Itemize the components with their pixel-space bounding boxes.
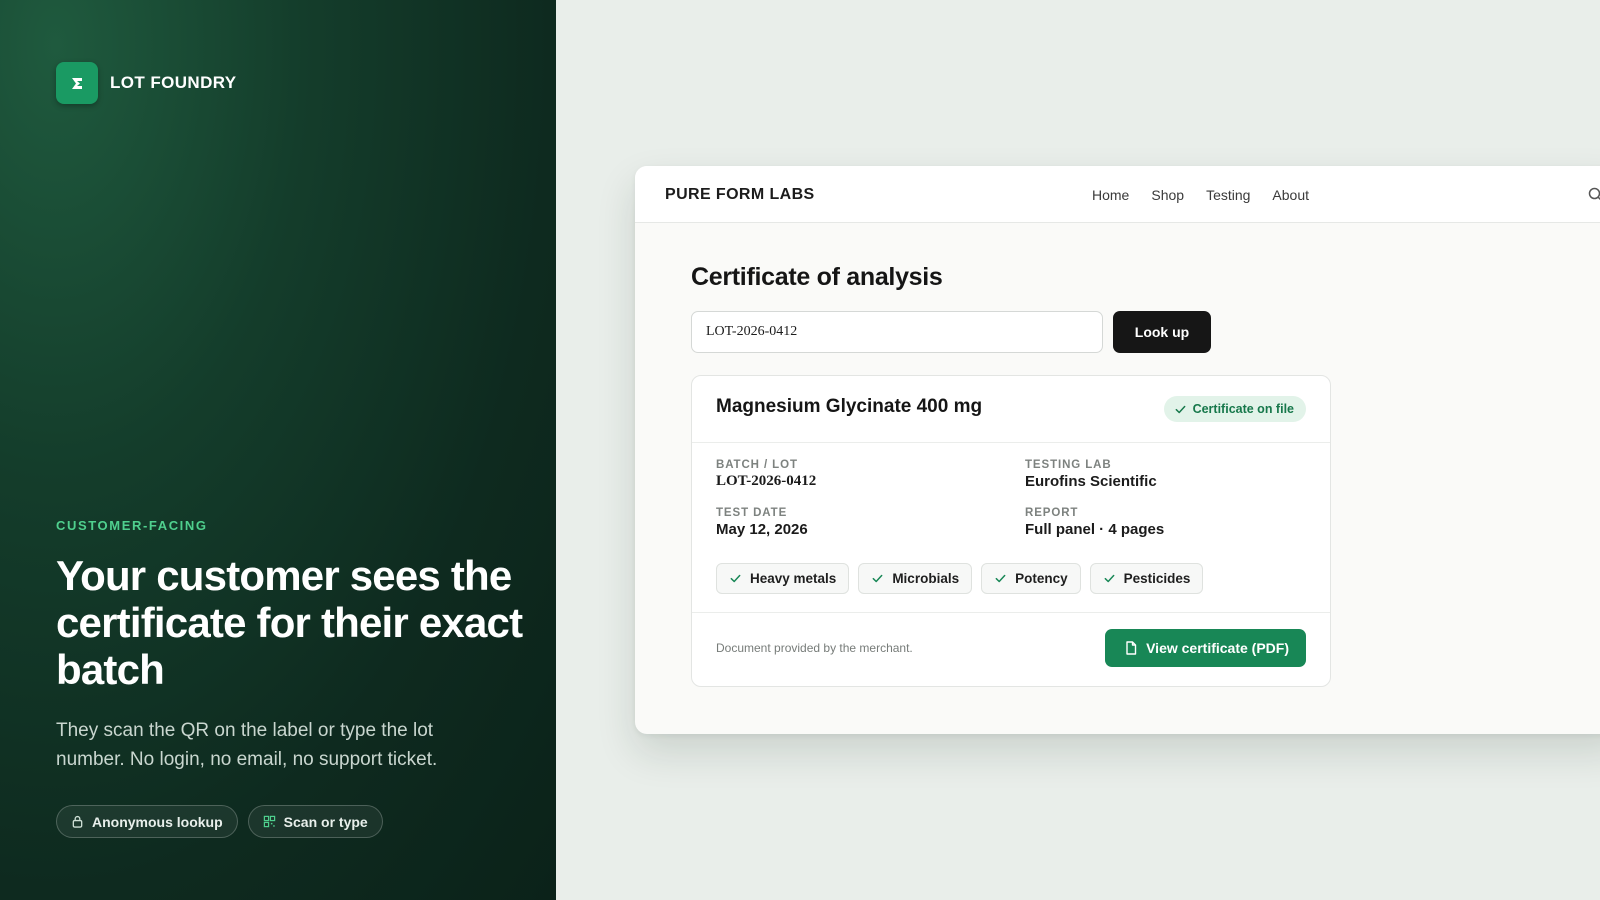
status-badge-label: Certificate on file [1192,402,1294,416]
nav-home[interactable]: Home [1092,187,1129,203]
lab-value: Eurofins Scientific [1025,473,1157,490]
chip-anonymous-lookup: Anonymous lookup [56,805,238,838]
lock-icon [72,815,83,828]
chip-scan-or-type: Scan or type [247,805,383,838]
field-label: REPORT [1025,507,1079,519]
brand: LOT FOUNDRY [56,62,237,104]
nav-about[interactable]: About [1272,187,1309,203]
field-label: BATCH / LOT [716,459,798,471]
test-label: Potency [1015,571,1068,586]
batch-field: BATCH / LOT LOT-2026-0412 [716,459,816,490]
check-icon [995,574,1006,583]
site-logo[interactable]: PURE FORM LABS [665,186,815,204]
qr-code-icon [263,815,275,828]
document-icon [1126,641,1137,655]
brand-logo-icon [56,62,98,104]
card-footer: Document provided by the merchant. View … [692,612,1330,686]
test-label: Heavy metals [750,571,837,586]
page-title: Certificate of analysis [691,263,943,291]
hero-panel: LOT FOUNDRY CUSTOMER-FACING Your custome… [0,0,556,900]
site-header: PURE FORM LABS Home Shop Testing About [635,166,1600,223]
product-name: Magnesium Glycinate 400 mg [716,396,983,417]
hero-headline: Your customer sees the certificate for t… [56,552,523,693]
site-nav: Home Shop Testing About [1092,187,1309,203]
field-label: TEST DATE [716,507,788,519]
feature-chips: Anonymous lookup Scan or type [56,805,383,838]
field-label: TESTING LAB [1025,459,1112,471]
lab-field: TESTING LAB Eurofins Scientific [1025,459,1157,490]
check-icon [730,574,741,583]
status-badge: Certificate on file [1163,396,1306,422]
test-label: Microbials [892,571,960,586]
card-header: Magnesium Glycinate 400 mg Certificate o… [692,376,1330,443]
nav-shop[interactable]: Shop [1151,187,1184,203]
test-pill-pesticides: Pesticides [1089,563,1204,594]
look-up-button[interactable]: Look up [1113,311,1211,353]
check-icon [872,574,883,583]
batch-value: LOT-2026-0412 [716,473,817,489]
lot-number-input[interactable] [691,311,1103,353]
test-pill-microbials: Microbials [858,563,973,594]
report-field: REPORT Full panel · 4 pages [1025,507,1164,538]
report-value: Full panel · 4 pages [1025,521,1165,538]
view-certificate-button[interactable]: View certificate (PDF) [1105,629,1306,667]
check-icon [1175,405,1185,413]
test-pill-heavy-metals: Heavy metals [716,563,850,594]
check-icon [1104,574,1115,583]
chip-label: Scan or type [283,813,368,830]
test-date-field: TEST DATE May 12, 2026 [716,507,808,538]
test-pill-potency: Potency [981,563,1081,594]
storefront-preview: PURE FORM LABS Home Shop Testing About C… [635,166,1600,734]
brand-name: LOT FOUNDRY [110,73,237,92]
footer-note: Document provided by the merchant. [716,641,913,655]
hero-description: They scan the QR on the label or type th… [56,720,438,770]
search-icon[interactable] [1587,186,1600,204]
test-list: Heavy metals Microbials Potency Pesticid… [716,563,1204,594]
view-certificate-label: View certificate (PDF) [1146,640,1289,656]
nav-testing[interactable]: Testing [1206,187,1250,203]
chip-label: Anonymous lookup [92,813,223,830]
certificate-card: Magnesium Glycinate 400 mg Certificate o… [691,375,1331,687]
test-date-value: May 12, 2026 [716,521,808,538]
test-label: Pesticides [1123,571,1191,586]
eyebrow-label: CUSTOMER-FACING [56,518,208,533]
